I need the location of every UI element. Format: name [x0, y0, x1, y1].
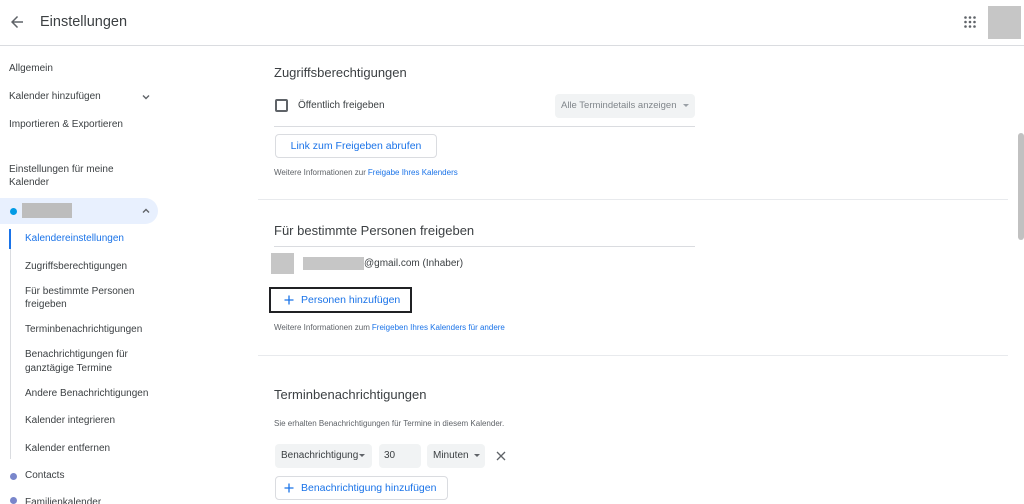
- sidebar-subitem-access-permissions[interactable]: Zugriffsberechtigungen: [25, 260, 127, 274]
- sidebar-item-add-calendar[interactable]: Kalender hinzufügen: [0, 90, 158, 104]
- close-icon: [496, 451, 506, 461]
- scrollbar-thumb[interactable]: [1018, 133, 1024, 240]
- remove-notification-button[interactable]: [495, 450, 507, 462]
- avatar[interactable]: [988, 6, 1021, 39]
- help-link[interactable]: Freigabe Ihres Kalenders: [368, 168, 458, 177]
- arrow-drop-down-icon: [359, 454, 365, 457]
- select-value: Benachrichtigung: [281, 450, 359, 461]
- divider: [274, 126, 695, 127]
- help-link[interactable]: Freigeben Ihres Kalenders für andere: [372, 323, 505, 332]
- settings-sidebar: Allgemein Kalender hinzufügen Importiere…: [0, 46, 172, 504]
- redacted-calendar-name: [22, 203, 72, 218]
- button-label: Personen hinzufügen: [301, 294, 401, 306]
- help-text: Weitere Informationen zur Freigabe Ihres …: [274, 166, 458, 180]
- sidebar-subitem-calendar-settings[interactable]: Kalendereinstellungen: [25, 232, 124, 246]
- chevron-down-icon: [142, 95, 150, 100]
- section-heading: Für bestimmte Personen freigeben: [274, 223, 475, 238]
- sidebar-subitem-all-day-notifications[interactable]: Benachrichtigungen für ganztägige Termin…: [25, 348, 153, 376]
- settings-content: Zugriffsberechtigungen Öffentlich freige…: [250, 46, 1018, 504]
- subnav-active-indicator: [9, 229, 11, 249]
- notification-type-select[interactable]: Benachrichtigung: [275, 444, 372, 468]
- back-button[interactable]: [5, 10, 29, 34]
- sidebar-subitem-event-notifications[interactable]: Terminbenachrichtigungen: [25, 323, 142, 337]
- select-value: Minuten: [433, 450, 469, 461]
- redacted-owner-email: [303, 257, 364, 270]
- sidebar-subitem-remove-calendar[interactable]: Kalender entfernen: [25, 442, 110, 456]
- subnav-track: [10, 229, 11, 459]
- button-label: Benachrichtigung hinzufügen: [301, 482, 437, 494]
- section-heading: Zugriffsberechtigungen: [274, 65, 407, 80]
- plus-icon: [284, 483, 294, 493]
- calendar-color-dot: [10, 472, 17, 480]
- page-title: Einstellungen: [40, 14, 128, 30]
- sidebar-item-familienkalender[interactable]: Familienkalender: [0, 496, 158, 504]
- sidebar-item-contacts[interactable]: Contacts: [0, 469, 158, 483]
- help-text-prefix: Weitere Informationen zum: [274, 323, 370, 332]
- chevron-up-icon: [142, 208, 150, 213]
- divider: [274, 246, 695, 247]
- notification-amount-input[interactable]: 30: [379, 444, 421, 468]
- arrow-back-icon: [11, 16, 23, 28]
- owner-avatar: [271, 253, 294, 274]
- sidebar-section-my-calendars: Einstellungen für meine Kalender: [9, 164, 114, 188]
- sidebar-item-import-export[interactable]: Importieren & Exportieren: [9, 118, 123, 132]
- select-value: Alle Termindetails anzeigen: [561, 100, 677, 111]
- sidebar-item-general[interactable]: Allgemein: [9, 62, 53, 76]
- sidebar-calendar-row[interactable]: [0, 198, 158, 224]
- sidebar-subitem-share-with-people[interactable]: Für bestimmte Personen freigeben: [25, 285, 153, 311]
- sidebar-subitem-other-notifications[interactable]: Andere Benachrichtigungen: [25, 387, 148, 401]
- owner-email: @gmail.com (Inhaber): [364, 258, 464, 269]
- button-label: Link zum Freigeben abrufen: [290, 140, 422, 152]
- sidebar-item-label: Kalender hinzufügen: [9, 91, 101, 102]
- event-details-select: Alle Termindetails anzeigen: [555, 94, 695, 118]
- section-heading: Terminbenachrichtigungen: [274, 387, 427, 402]
- calendar-color-dot: [10, 497, 17, 504]
- input-value: 30: [384, 450, 396, 461]
- plus-icon: [284, 295, 294, 305]
- section-description: Sie erhalten Benachrichtigungen für Term…: [274, 419, 505, 428]
- add-notification-button[interactable]: Benachrichtigung hinzufügen: [275, 476, 448, 500]
- help-text-prefix: Weitere Informationen zur: [274, 168, 366, 177]
- section-separator: [258, 355, 1008, 356]
- apps-button[interactable]: [961, 13, 979, 31]
- arrow-drop-down-icon: [683, 104, 689, 107]
- apps-grid-icon: [964, 16, 976, 28]
- section-separator: [258, 199, 1008, 200]
- calendar-color-dot: [10, 207, 17, 215]
- sidebar-item-label: Contacts: [25, 470, 65, 481]
- public-checkbox-label[interactable]: Öffentlich freigeben: [298, 99, 385, 113]
- notification-unit-select[interactable]: Minuten: [427, 444, 485, 468]
- sidebar-subitem-integrate-calendar[interactable]: Kalender integrieren: [25, 414, 115, 428]
- sidebar-item-label: Familienkalender: [25, 497, 102, 504]
- help-text: Weitere Informationen zum Freigeben Ihres…: [274, 321, 505, 335]
- app-header: Einstellungen: [0, 0, 1024, 46]
- arrow-drop-down-icon: [474, 454, 480, 457]
- public-checkbox[interactable]: [275, 99, 288, 112]
- add-people-button[interactable]: Personen hinzufügen: [269, 287, 412, 313]
- get-share-link-button[interactable]: Link zum Freigeben abrufen: [275, 134, 437, 158]
